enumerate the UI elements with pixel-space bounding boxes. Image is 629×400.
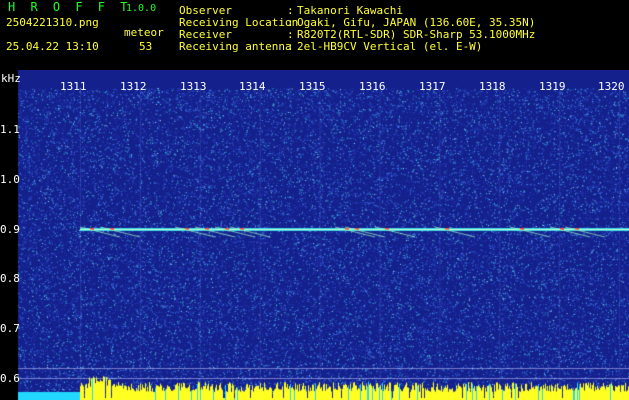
app-version: 1.0.0: [126, 3, 157, 14]
antenna-label: Receiving antenna: [179, 40, 292, 53]
x-tick-1311: 1311: [60, 80, 87, 93]
x-tick-1319: 1319: [539, 80, 566, 93]
y-tick-1-1: 1.1: [0, 123, 20, 136]
meteor-count: 53: [139, 40, 153, 53]
x-tick-1313: 1313: [180, 80, 207, 93]
y-tick-0-8: 0.8: [0, 272, 20, 285]
header-panel: H R O F F T 1.0.0 2504221310.png meteor …: [0, 0, 629, 70]
app-title: H R O F F T: [8, 0, 132, 14]
y-tick-1-0: 1.0: [0, 173, 20, 186]
x-tick-1318: 1318: [479, 80, 506, 93]
antenna-colon: :: [287, 40, 294, 53]
spectrogram-canvas: [0, 70, 629, 400]
date-time: 25.04.22 13:10: [6, 40, 99, 53]
y-tick-0-6: 0.6: [0, 372, 20, 385]
x-tick-1312: 1312: [120, 80, 147, 93]
y-tick-0-7: 0.7: [0, 322, 20, 335]
x-tick-1315: 1315: [299, 80, 326, 93]
y-unit-label: kHz: [1, 72, 21, 85]
x-tick-1317: 1317: [419, 80, 446, 93]
x-tick-1320: 1320: [598, 80, 625, 93]
antenna-value: 2el-HB9CV Vertical (el. E-W): [297, 40, 483, 53]
file-name: 2504221310.png: [6, 16, 99, 29]
x-tick-1316: 1316: [359, 80, 386, 93]
mode-label: meteor: [124, 26, 164, 39]
x-tick-1314: 1314: [239, 80, 266, 93]
y-tick-0-9: 0.9: [0, 223, 20, 236]
